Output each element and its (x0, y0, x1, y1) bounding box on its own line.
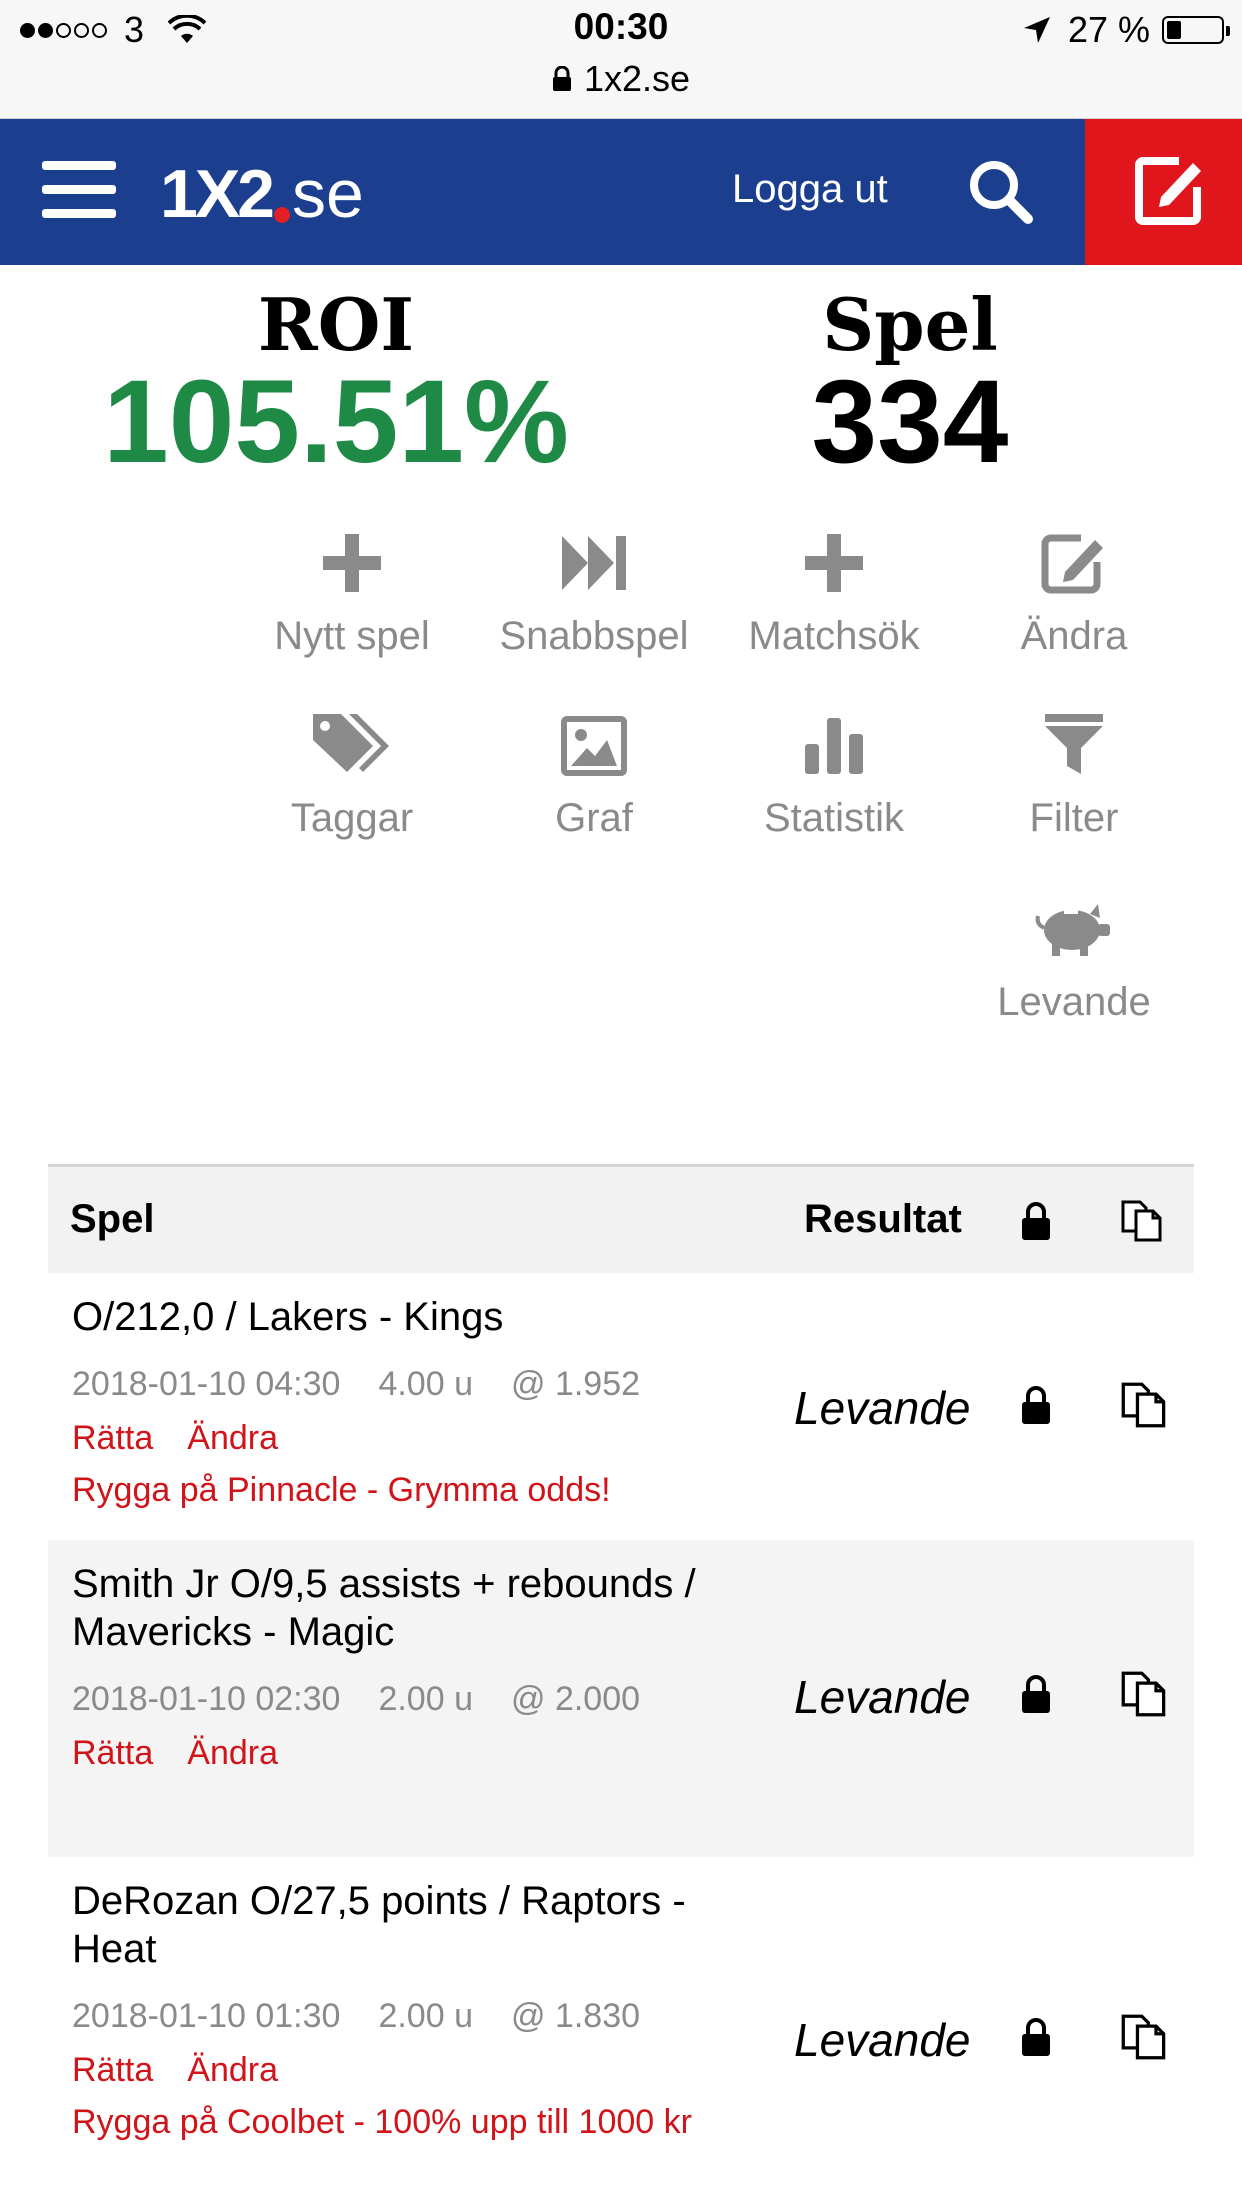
copy-icon[interactable] (1120, 2013, 1168, 2061)
column-header-result[interactable]: Resultat (804, 1197, 962, 1242)
action-label: Levande (997, 980, 1151, 1024)
action-label: Matchsök (748, 614, 920, 658)
edit-icon (1135, 157, 1201, 225)
lock-icon (1022, 1202, 1050, 1240)
edit-icon (1041, 534, 1103, 594)
games-label: Spel (822, 282, 998, 367)
battery-level (1167, 21, 1181, 39)
bet-units: 4.00 u (378, 1365, 473, 1403)
lock-icon[interactable] (1020, 1385, 1052, 1425)
action-label: Nytt spel (274, 614, 430, 658)
promo-link[interactable]: Rygga på Pinnacle - Grymma odds! (72, 1463, 752, 1517)
bet-odds: @ 1.952 (510, 1365, 641, 1403)
new-bet-button[interactable] (1085, 119, 1242, 265)
table-header: Spel Resultat (48, 1164, 1194, 1273)
piggy-bank-icon (1035, 904, 1110, 956)
logo-suffix: se (292, 156, 364, 232)
roi-label: ROI (257, 282, 415, 367)
bet-links: Rätta Ändra (72, 2051, 312, 2090)
bets-table: Spel Resultat O/212,0 / Lakers - Kings 2… (48, 1164, 1194, 2187)
roi-value: 105.51% (103, 356, 569, 488)
roi-block: ROI 105.51% (96, 282, 576, 481)
copy-icon[interactable] (1120, 1670, 1168, 1718)
status-bar: 3 00:30 1x2.se 27 % (0, 0, 1242, 119)
live-action[interactable]: Levande (954, 884, 1194, 1025)
bet-meta: 2018-01-10 02:30 2.00 u @ 2.000 (72, 1680, 678, 1719)
logout-link[interactable]: Logga ut (732, 167, 888, 212)
tags-icon (313, 714, 389, 772)
site-logo[interactable]: 1X2 se (160, 155, 364, 233)
bet-units: 2.00 u (378, 1680, 473, 1718)
result-status: Levande (794, 1671, 971, 1723)
url-text: 1x2.se (583, 58, 691, 99)
edit-link[interactable]: Ändra (187, 1734, 278, 1772)
copy-icon (1121, 1200, 1162, 1242)
bet-meta: 2018-01-10 01:30 2.00 u @ 1.830 (72, 1997, 678, 2036)
action-label: Taggar (290, 796, 414, 840)
image-icon (561, 716, 627, 776)
edit-link[interactable]: Ändra (187, 1419, 278, 1457)
table-row[interactable]: O/212,0 / Lakers - Kings 2018-01-10 04:3… (48, 1273, 1194, 1540)
logo-dot (274, 207, 290, 223)
status-right: 27 % (1022, 8, 1230, 52)
bet-links: Rätta Ändra (72, 1734, 312, 1773)
bet-title: O/212,0 / Lakers - Kings (72, 1295, 504, 1339)
quick-bet-action[interactable]: Snabbspel (474, 518, 714, 659)
filter-action[interactable]: Filter (954, 700, 1194, 841)
tags-action[interactable]: Taggar (232, 700, 472, 841)
edit-action[interactable]: Ändra (954, 518, 1194, 659)
action-label: Filter (1029, 796, 1119, 840)
bet-odds: @ 2.000 (510, 1680, 641, 1718)
search-button[interactable] (962, 153, 1042, 233)
bet-title: Smith Jr O/9,5 assists + rebounds / Mave… (72, 1562, 696, 1654)
action-label: Graf (555, 796, 633, 840)
lock-icon[interactable] (1020, 1674, 1052, 1714)
graph-action[interactable]: Graf (474, 700, 714, 841)
logo-text: 1X2 (160, 156, 275, 232)
new-bet-action[interactable]: Nytt spel (232, 518, 472, 659)
bet-odds: @ 1.830 (510, 1997, 641, 2035)
hamburger-menu-button[interactable] (42, 161, 116, 221)
result-status: Levande (794, 1382, 971, 1434)
address-bar[interactable]: 1x2.se (0, 58, 1242, 100)
bet-links: Rätta Ändra (72, 1419, 312, 1458)
bet-title: DeRozan O/27,5 points / Raptors - Heat (72, 1879, 686, 1971)
action-label: Statistik (763, 796, 905, 840)
table-row[interactable]: Smith Jr O/9,5 assists + rebounds / Mave… (48, 1540, 1194, 1857)
bet-meta: 2018-01-10 04:30 4.00 u @ 1.952 (72, 1365, 678, 1404)
location-arrow-icon (1023, 17, 1050, 43)
bet-date: 2018-01-10 04:30 (72, 1365, 341, 1403)
lock-icon[interactable] (1020, 2017, 1052, 2057)
match-search-action[interactable]: Matchsök (714, 518, 954, 659)
fast-forward-icon (562, 536, 626, 590)
column-header-bet[interactable]: Spel (70, 1197, 154, 1242)
edit-link[interactable]: Ändra (187, 2051, 278, 2089)
games-block: Spel 334 (720, 282, 1100, 481)
plus-icon (323, 534, 381, 592)
games-value: 334 (811, 356, 1009, 488)
bet-units: 2.00 u (378, 1997, 473, 2035)
result-status: Levande (794, 2014, 971, 2066)
fix-link[interactable]: Rätta (72, 1734, 153, 1772)
fix-link[interactable]: Rätta (72, 1419, 153, 1457)
action-label: Ändra (1020, 614, 1128, 658)
action-label: Snabbspel (499, 614, 689, 658)
copy-icon[interactable] (1120, 1381, 1168, 1429)
lock-icon (552, 66, 571, 91)
search-icon (970, 161, 1033, 224)
battery-percent: 27 % (1067, 9, 1150, 50)
battery-icon (1162, 16, 1230, 44)
fix-link[interactable]: Rätta (72, 2051, 153, 2089)
bet-date: 2018-01-10 02:30 (72, 1680, 341, 1718)
filter-icon (1045, 714, 1103, 774)
statistics-action[interactable]: Statistik (714, 700, 954, 841)
bar-chart-icon (805, 718, 863, 774)
site-header: 1X2 se Logga ut (0, 119, 1242, 265)
promo-link[interactable]: Rygga på Coolbet - 100% upp till 1000 kr (72, 2095, 752, 2149)
plus-icon (805, 534, 863, 592)
bet-date: 2018-01-10 01:30 (72, 1997, 341, 2035)
table-row[interactable]: DeRozan O/27,5 points / Raptors - Heat 2… (48, 1857, 1194, 2187)
